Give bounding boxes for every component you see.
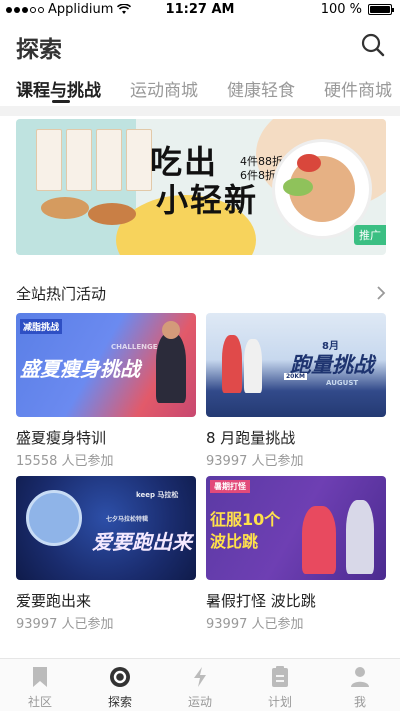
activity-participants: 93997 人已参加	[206, 454, 304, 469]
activity-card[interactable]: 暑期打怪 征服10个 波比跳 暑假打怪 波比跳 93997 人已参加	[206, 476, 386, 632]
status-bar: Applidium 11:27 AM 100 %	[0, 0, 400, 20]
activity-card-image: 8月 跑量挑战 AUGUST 20KM	[206, 313, 386, 417]
activity-title: 爱要跑出来	[16, 592, 92, 610]
section-divider	[0, 106, 400, 116]
activity-participants: 93997 人已参加	[16, 617, 114, 632]
activity-title: 暑假打怪 波比跳	[206, 592, 316, 610]
battery-percent: 100 %	[320, 2, 362, 17]
activity-card-image: 暑期打怪 征服10个 波比跳	[206, 476, 386, 580]
card-image-subtitle: 七夕马拉松特辑	[106, 516, 149, 523]
cartoon-figure	[302, 506, 336, 574]
card-image-title-line2: 波比跳	[210, 532, 259, 551]
banner-salad-plate	[272, 139, 372, 239]
activity-participants: 93997 人已参加	[206, 617, 304, 632]
activity-participants: 15558 人已参加	[16, 454, 114, 469]
athlete-figure	[156, 333, 186, 403]
card-image-title: 盛夏瘦身挑战	[20, 357, 140, 381]
banner-food-bowl	[88, 203, 136, 225]
card-image-title: 爱要跑出来	[92, 530, 192, 554]
section-title: 全站热门活动	[16, 285, 107, 303]
activity-title: 8 月跑量挑战	[206, 429, 296, 447]
lightning-icon	[194, 667, 206, 687]
tabbar-item-explore[interactable]: 探索	[80, 665, 160, 710]
chevron-right-icon[interactable]	[376, 285, 386, 301]
battery-icon	[368, 4, 394, 15]
active-tab-indicator	[52, 100, 70, 103]
tabbar-item-me[interactable]: 我	[320, 665, 400, 710]
activity-card[interactable]: 8月 跑量挑战 AUGUST 20KM 8 月跑量挑战 93997 人已参加	[206, 313, 386, 469]
activity-card[interactable]: keep 马拉松 七夕马拉松特辑 爱要跑出来 爱要跑出来 93997 人已参加	[16, 476, 196, 632]
tab-courses-challenges[interactable]: 课程与挑战	[16, 76, 101, 101]
explore-icon	[110, 667, 130, 687]
search-icon[interactable]	[360, 32, 386, 58]
card-image-sign: 20KM	[284, 373, 307, 380]
activity-card-image: 减脂挑战 盛夏瘦身挑战 CHALLENGE	[16, 313, 196, 417]
battery-group: 100 %	[320, 2, 394, 17]
runner-figure	[222, 335, 242, 393]
hot-activities-header[interactable]: 全站热门活动	[16, 283, 386, 307]
medal-icon	[26, 490, 82, 546]
person-icon	[351, 667, 369, 687]
card-image-badge: 减脂挑战	[20, 319, 63, 334]
tabbar-label: 社区	[27, 695, 52, 709]
header: 探索	[0, 24, 400, 68]
activity-card-image: keep 马拉松 七夕马拉松特辑 爱要跑出来	[16, 476, 196, 580]
tab-hardware-mall[interactable]: 硬件商城	[324, 76, 392, 101]
card-image-badge: 暑期打怪	[210, 480, 250, 493]
runner-figure	[244, 339, 262, 393]
tabbar-item-workout[interactable]: 运动	[160, 665, 240, 710]
activity-title: 盛夏瘦身特训	[16, 429, 107, 447]
bookmark-icon	[33, 667, 47, 687]
tabbar-label: 运动	[187, 695, 212, 709]
tabbar-item-community[interactable]: 社区	[0, 665, 80, 710]
banner-headline-line2: 小轻新	[156, 181, 259, 219]
tab-sports-mall[interactable]: 运动商城	[130, 76, 198, 101]
bottom-tab-bar: 社区 探索 运动 计划 我	[0, 658, 400, 711]
card-image-subtitle: CHALLENGE	[111, 343, 158, 351]
banner-food-bowl	[41, 197, 89, 219]
category-tabs: 课程与挑战 运动商城 健康轻食 硬件商城	[0, 72, 400, 108]
activity-card[interactable]: 减脂挑战 盛夏瘦身挑战 CHALLENGE 盛夏瘦身特训 15558 人已参加	[16, 313, 196, 469]
cartoon-figure	[346, 500, 374, 574]
tabbar-label: 计划	[267, 695, 292, 709]
tabbar-label: 探索	[107, 695, 132, 709]
athlete-head	[162, 321, 180, 339]
tabbar-label: 我	[353, 695, 366, 709]
card-image-badge: keep 马拉松	[136, 491, 179, 499]
card-image-subtitle: AUGUST	[326, 379, 359, 387]
tabbar-item-plan[interactable]: 计划	[240, 665, 320, 710]
promo-banner[interactable]: 吃出 小轻新 4件88折 6件8折 推广	[16, 119, 386, 255]
banner-product-boxes	[36, 129, 152, 191]
card-image-title-line1: 征服10个	[210, 510, 281, 529]
ad-badge: 推广	[354, 225, 386, 245]
clipboard-icon	[272, 666, 288, 687]
page-title: 探索	[16, 37, 62, 63]
tab-healthy-food[interactable]: 健康轻食	[227, 76, 295, 101]
